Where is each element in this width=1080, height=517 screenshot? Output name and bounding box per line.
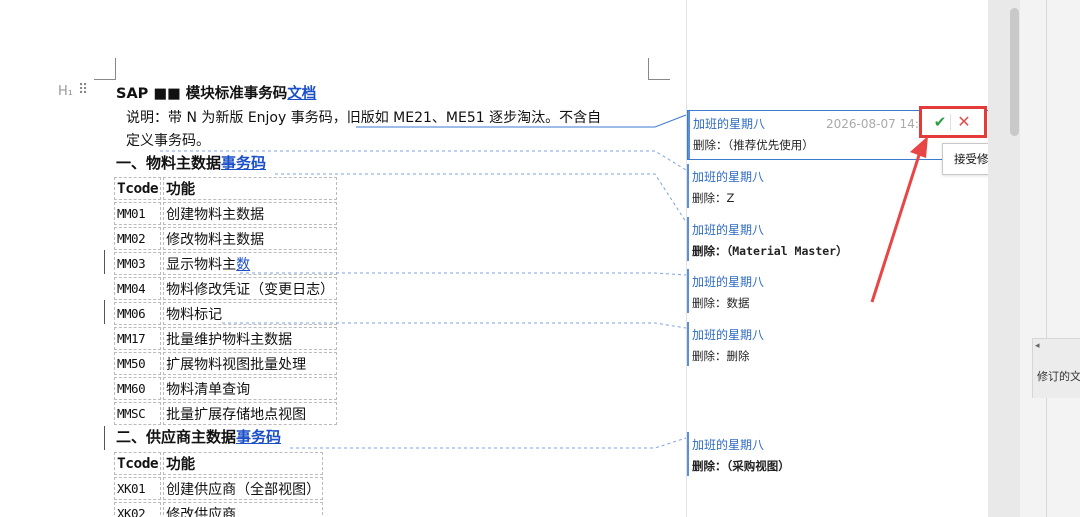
check-icon[interactable]: ✔ [930,112,950,132]
tcode-cell[interactable]: XK01 [114,477,162,500]
close-icon[interactable]: ✕ [954,112,974,132]
material-tcode-table[interactable]: Tcode 功能 MM01 创建物料主数据 MM02 修改物料主数据 MM03 … [112,175,339,427]
tcode-cell[interactable]: MM17 [114,327,162,350]
revision-content: 删除：Z [692,191,735,205]
revision-card[interactable]: 加班的星期八 删除：（采购视图） [687,432,989,476]
section2-inserted-text[interactable]: 事务码 [236,428,281,446]
tcode-cell[interactable]: MMSC [114,402,162,425]
table-header-cell[interactable]: Tcode [114,177,162,200]
table-row: MM04 物料修改凭证（变更日志） [114,277,338,300]
revision-author: 加班的星期八 [692,223,765,237]
revision-time: 2026-08-07 14:13 [826,117,935,131]
change-bar [104,300,105,324]
page-margin-corner-left [94,58,116,80]
vendor-tcode-table[interactable]: Tcode 功能 XK01 创建供应商（全部视图） XK02 修改供应商 [112,450,325,517]
function-cell[interactable]: 显示物料主数 [163,252,338,275]
collapse-arrow-icon[interactable]: ◂ [1035,341,1040,351]
table-row: MM02 修改物料主数据 [114,227,338,250]
table-row: MM50 扩展物料视图批量处理 [114,352,338,375]
table-row: XK02 修改供应商 [114,502,324,517]
tcode-cell[interactable]: MM04 [114,277,162,300]
function-cell[interactable]: 物料修改凭证（变更日志） [163,277,338,300]
function-cell[interactable]: 创建物料主数据 [163,202,338,225]
table-header-row: Tcode 功能 [114,452,324,475]
table-row: MMSC 批量扩展存储地点视图 [114,402,338,425]
function-cell[interactable]: 批量扩展存储地点视图 [163,402,338,425]
revision-author: 加班的星期八 [692,275,765,289]
table-row: MM01 创建物料主数据 [114,202,338,225]
button-separator [950,114,951,130]
revision-card[interactable]: 加班的星期八 删除：（Material Master） [687,217,989,261]
revision-pane[interactable]: 加班的星期八 2026-08-07 14:13 删除：（推荐优先使用） 加班的星… [686,0,989,517]
revision-card[interactable]: 加班的星期八 删除：数据 [687,269,989,313]
section-heading-material[interactable]: 一、物料主数据事务码 [116,153,266,173]
function-cell[interactable]: 物料标记 [163,302,338,325]
tcode-cell[interactable]: MM01 [114,202,162,225]
tcode-cell[interactable]: MM50 [114,352,162,375]
table-header-row: Tcode 功能 [114,177,338,200]
change-bar [104,426,105,450]
document-title[interactable]: SAP ■■ 模块标准事务码文档 [116,84,316,104]
section1-inserted-text[interactable]: 事务码 [221,154,266,172]
revision-panel-label[interactable]: 修订的文 [1037,368,1080,384]
tcode-cell[interactable]: MM60 [114,377,162,400]
revision-content: 删除：（采购视图） [692,459,790,473]
function-cell[interactable]: 物料清单查询 [163,377,338,400]
function-cell[interactable]: 批量维护物料主数据 [163,327,338,350]
table-row: XK01 创建供应商（全部视图） [114,477,324,500]
document-page[interactable]: H₁ ⠿ SAP ■■ 模块标准事务码文档 说明：带 N 为新版 Enjoy 事… [0,0,686,517]
revision-action-highlight: ✔ ✕ [919,106,987,138]
revision-content: 删除：数据 [692,296,750,310]
inserted-text[interactable]: 数 [236,257,250,273]
function-cell[interactable]: 创建供应商（全部视图） [163,477,324,500]
revision-content: 删除：（Material Master） [692,244,848,258]
function-cell[interactable]: 扩展物料视图批量处理 [163,352,338,375]
drag-handle-icon[interactable]: ⠿ [78,82,88,98]
table-header-cell[interactable]: 功能 [163,452,324,475]
heading-style-icon[interactable]: H₁ [58,84,73,99]
table-header-cell[interactable]: 功能 [163,177,338,200]
function-cell[interactable]: 修改物料主数据 [163,227,338,250]
table-row: MM06 物料标记 [114,302,338,325]
section-heading-vendor[interactable]: 二、供应商主数据事务码 [116,427,281,447]
tcode-cell[interactable]: MM03 [114,252,162,275]
description-line-2[interactable]: 定义事务码。 [126,131,210,151]
revision-content: 删除：删除 [692,349,750,363]
description-line-1[interactable]: 说明：带 N 为新版 Enjoy 事务码，旧版如 ME21、ME51 逐步淘汰。… [126,108,601,128]
page-margin-corner-right [648,58,670,80]
table-header-cell[interactable]: Tcode [114,452,162,475]
tcode-cell[interactable]: MM06 [114,302,162,325]
tcode-cell[interactable]: XK02 [114,502,162,517]
scrollbar-thumb[interactable] [1010,8,1019,136]
table-row: MM17 批量维护物料主数据 [114,327,338,350]
revision-card[interactable]: 加班的星期八 删除：删除 [687,322,989,366]
right-side-area [1020,0,1080,517]
table-row: MM60 物料清单查询 [114,377,338,400]
function-cell[interactable]: 修改供应商 [163,502,324,517]
revision-author: 加班的星期八 [692,438,765,452]
change-bar [104,250,105,274]
table-row: MM03 显示物料主数 [114,252,338,275]
panel-divider [1046,0,1047,517]
title-inserted-text[interactable]: 文档 [287,86,316,102]
tcode-cell[interactable]: MM02 [114,227,162,250]
revision-author: 加班的星期八 [692,328,765,342]
